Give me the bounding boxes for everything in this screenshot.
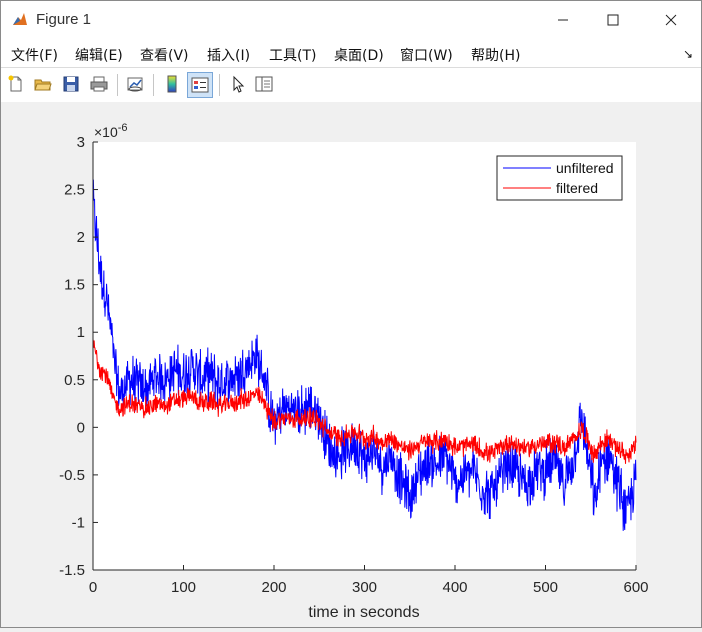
x-tick-label: 200 <box>261 579 286 596</box>
menu-desktop[interactable]: 桌面(D) <box>334 45 384 65</box>
toolbar-separator <box>153 74 154 96</box>
toolbar-separator <box>219 74 220 96</box>
window-title: Figure 1 <box>36 11 92 28</box>
minimize-button[interactable] <box>540 1 586 39</box>
new-figure-icon[interactable] <box>5 73 27 95</box>
x-tick-label: 500 <box>533 579 558 596</box>
y-tick-label: -1.5 <box>59 562 85 579</box>
minimize-icon <box>558 19 568 21</box>
menu-tools[interactable]: 工具(T) <box>269 45 316 65</box>
y-tick-label: 2 <box>77 229 85 246</box>
matlab-icon <box>11 11 29 29</box>
y-tick-label: -0.5 <box>59 467 85 484</box>
x-axis-label: time in seconds <box>308 604 419 621</box>
y-tick-label: 2.5 <box>64 182 85 199</box>
y-exponent-label: ×10-6 <box>94 122 128 140</box>
x-tick-label: 300 <box>352 579 377 596</box>
y-exponent-base: ×10 <box>94 124 118 140</box>
maximize-button[interactable] <box>590 1 636 39</box>
menu-view[interactable]: 查看(V) <box>140 45 189 65</box>
y-tick-label: -1 <box>72 514 85 531</box>
close-button[interactable] <box>648 1 694 39</box>
menu-insert[interactable]: 插入(I) <box>207 45 250 65</box>
menu-window[interactable]: 窗口(W) <box>400 45 453 65</box>
legend[interactable]: unfiltered filtered <box>496 155 623 201</box>
x-tick-label: 600 <box>623 579 648 596</box>
link-plot-icon[interactable] <box>124 73 146 95</box>
insert-colorbar-icon[interactable] <box>161 73 183 95</box>
print-icon[interactable] <box>88 73 110 95</box>
x-tick-label: 400 <box>442 579 467 596</box>
y-tick-label: 0 <box>77 419 85 436</box>
menu-file[interactable]: 文件(F) <box>11 45 58 65</box>
figure-canvas: 0 100 200 300 400 500 600 -1.5 -1 -0.5 0 0.5 1 1.5 2 2.… <box>1 102 701 627</box>
y-tick-label: 1.5 <box>64 277 85 294</box>
open-file-icon[interactable] <box>32 73 54 95</box>
figure-window: Figure 1 文件(F) 编辑(E) 查看(V) 插入(I) 工具(T) 桌… <box>0 0 702 628</box>
legend-label-filtered: filtered <box>556 180 598 196</box>
insert-legend-icon[interactable] <box>187 72 213 98</box>
menu-edit[interactable]: 编辑(E) <box>75 45 123 65</box>
menu-help[interactable]: 帮助(H) <box>471 45 520 65</box>
close-icon <box>665 14 677 26</box>
y-tick-label: 0.5 <box>64 372 85 389</box>
dock-arrow-icon[interactable]: ↘ <box>683 47 693 61</box>
maximize-icon <box>607 14 619 26</box>
title-bar[interactable]: Figure 1 <box>1 1 701 39</box>
x-tick-label: 0 <box>89 579 97 596</box>
edit-plot-arrow-icon[interactable] <box>227 73 249 95</box>
line-chart: 0 100 200 300 400 500 600 -1.5 -1 -0.5 0 0.5 1 1.5 2 2.… <box>59 122 648 621</box>
menu-bar: 文件(F) 编辑(E) 查看(V) 插入(I) 工具(T) 桌面(D) 窗口(W… <box>1 39 701 67</box>
legend-label-unfiltered: unfiltered <box>556 160 614 176</box>
x-tick-label: 100 <box>171 579 196 596</box>
y-exponent-power: -6 <box>118 122 128 134</box>
y-tick-label: 3 <box>77 134 85 151</box>
y-tick-label: 1 <box>77 324 85 341</box>
toolbar-separator <box>117 74 118 96</box>
property-inspector-icon[interactable] <box>253 73 275 95</box>
toolbar <box>1 67 701 103</box>
save-icon[interactable] <box>60 73 82 95</box>
